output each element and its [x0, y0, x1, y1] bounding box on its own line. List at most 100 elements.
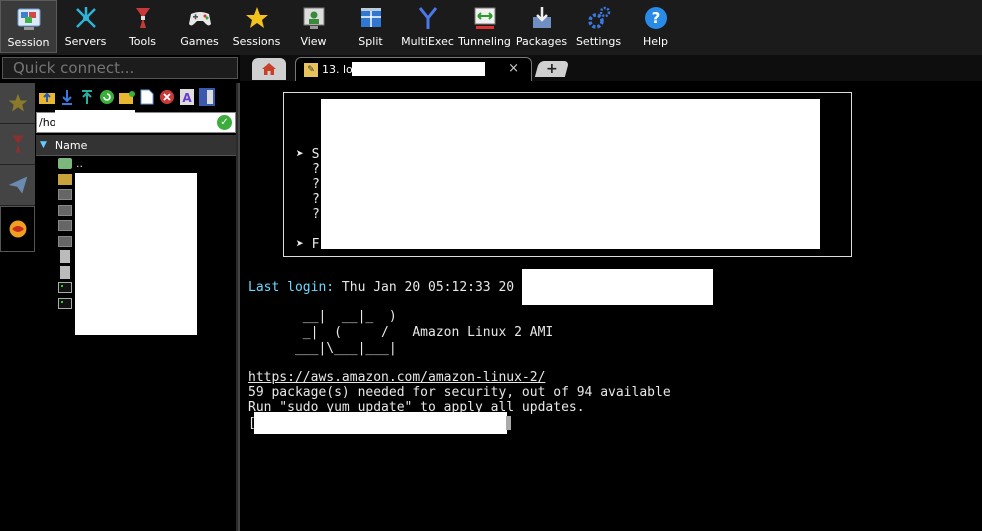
last-login-value: Thu Jan 20 05:12:33 20: [334, 280, 515, 295]
motd-line: ?: [312, 207, 320, 222]
side-tab-sessions[interactable]: [0, 83, 35, 124]
svg-text:A: A: [182, 91, 192, 105]
help-button-label: Help: [642, 35, 669, 48]
last-login-line: Last login: Thu Jan 20 05:12:33 20: [248, 280, 514, 295]
hidden-file-icon: [58, 235, 72, 247]
settings-icon: [585, 4, 613, 32]
name-column-label: Name: [54, 138, 88, 152]
tools-icon: [129, 4, 157, 32]
plus-icon: +: [546, 61, 558, 77]
new-file-icon[interactable]: [138, 88, 156, 106]
packages-icon: [528, 4, 556, 32]
banner-line: ___|\___|___|: [248, 341, 397, 356]
settings-button[interactable]: Settings: [570, 0, 627, 53]
main-toolbar: Session Servers Tools Games Sessions Vie…: [0, 0, 982, 55]
properties-icon[interactable]: [198, 88, 216, 106]
sessions-button-label: Sessions: [232, 35, 281, 48]
redacted-region: [352, 62, 485, 76]
split-icon: [357, 4, 385, 32]
multiexec-button-label: MultiExec: [401, 35, 454, 48]
name-column-header[interactable]: ▼ Name: [36, 135, 236, 156]
terminal-cursor: [506, 416, 511, 430]
tools-button-label: Tools: [128, 35, 157, 48]
view-icon: [300, 4, 328, 32]
games-button[interactable]: Games: [171, 0, 228, 53]
sessions-button[interactable]: Sessions: [228, 0, 285, 53]
packages-button-label: Packages: [515, 35, 568, 48]
redacted-region: [75, 173, 197, 335]
list-item-parent[interactable]: ..: [36, 156, 236, 172]
tab-bar: ✎ 13. loc × +: [240, 55, 982, 81]
motd-line: ?: [312, 192, 320, 207]
home-icon: [262, 63, 276, 75]
session-button[interactable]: Session: [0, 0, 57, 53]
games-icon: [186, 4, 214, 32]
side-tab-sftp[interactable]: [0, 206, 35, 252]
security-notice: 59 package(s) needed for security, out o…: [248, 385, 671, 400]
sftp-file-browser: A /ho ✓ ▼ Name ..: [36, 83, 238, 531]
panel-splitter[interactable]: [238, 83, 240, 531]
script-file-icon: [58, 282, 72, 294]
motd-line: ?: [312, 177, 320, 192]
file-icon: [60, 250, 70, 264]
games-button-label: Games: [180, 35, 219, 48]
close-tab-icon[interactable]: ×: [508, 61, 519, 76]
help-button[interactable]: ? Help: [627, 0, 684, 53]
home-tab[interactable]: [252, 58, 286, 80]
servers-icon: [72, 4, 100, 32]
folder-up-icon[interactable]: [38, 88, 56, 106]
hidden-file-icon: [58, 189, 72, 201]
tunneling-button[interactable]: Tunneling: [456, 0, 513, 53]
session-icon: [15, 5, 43, 33]
motd-box: ➤ S ? ? ? ? ➤ F: [283, 92, 852, 257]
sort-arrow-icon: ▼: [40, 140, 47, 150]
ssh-session-icon: ✎: [304, 62, 318, 77]
help-icon: ?: [642, 4, 670, 32]
parent-label: ..: [76, 157, 83, 171]
tools-icon: [11, 135, 24, 153]
tools-button[interactable]: Tools: [114, 0, 171, 53]
file-icon: [60, 265, 70, 279]
session-tab[interactable]: ✎ 13. loc ×: [295, 57, 532, 81]
parent-folder-icon: [58, 158, 72, 170]
path-text: /ho: [39, 116, 57, 129]
amazon-linux-url[interactable]: https://aws.amazon.com/amazon-linux-2/: [248, 370, 545, 385]
delete-icon[interactable]: [158, 88, 176, 106]
upload-icon[interactable]: [78, 88, 96, 106]
multiexec-icon: [414, 4, 442, 32]
side-tab-tools[interactable]: [0, 124, 35, 165]
redacted-region: [254, 412, 507, 434]
tunneling-icon: [471, 4, 499, 32]
packages-button[interactable]: Packages: [513, 0, 570, 53]
banner-line: __| __|_ ): [248, 309, 397, 324]
new-folder-icon[interactable]: [118, 88, 136, 106]
svg-text:?: ?: [651, 9, 660, 27]
refresh-icon[interactable]: [98, 88, 116, 106]
new-tab-button[interactable]: +: [534, 61, 570, 77]
path-ok-icon[interactable]: ✓: [217, 115, 232, 130]
split-button-label: Split: [358, 35, 383, 48]
view-button-label: View: [300, 35, 327, 48]
hidden-file-icon: [58, 220, 72, 232]
redacted-region: [55, 110, 135, 132]
servers-button[interactable]: Servers: [57, 0, 114, 53]
multiexec-button[interactable]: MultiExec: [399, 0, 456, 53]
terminal-view[interactable]: ➤ S ? ? ? ? ➤ F Last login: Thu Jan 20 0…: [242, 83, 982, 531]
path-input[interactable]: /ho ✓: [36, 110, 236, 133]
download-icon[interactable]: [58, 88, 76, 106]
rename-icon[interactable]: A: [178, 88, 196, 106]
split-button[interactable]: Split: [342, 0, 399, 53]
view-button[interactable]: View: [285, 0, 342, 53]
session-button-label: Session: [7, 36, 50, 49]
banner-line: _| ( / Amazon Linux 2 AMI: [248, 325, 554, 340]
file-toolbar: A: [36, 83, 236, 111]
star-icon: [8, 93, 27, 112]
last-login-label: Last login:: [248, 280, 335, 295]
redacted-region: [321, 99, 820, 249]
motd-line: ?: [312, 162, 320, 177]
quick-connect-input[interactable]: [2, 57, 238, 79]
paper-plane-icon: [8, 176, 27, 194]
tunneling-button-label: Tunneling: [458, 35, 511, 48]
settings-button-label: Settings: [575, 35, 622, 48]
side-tab-macros[interactable]: [0, 165, 35, 206]
